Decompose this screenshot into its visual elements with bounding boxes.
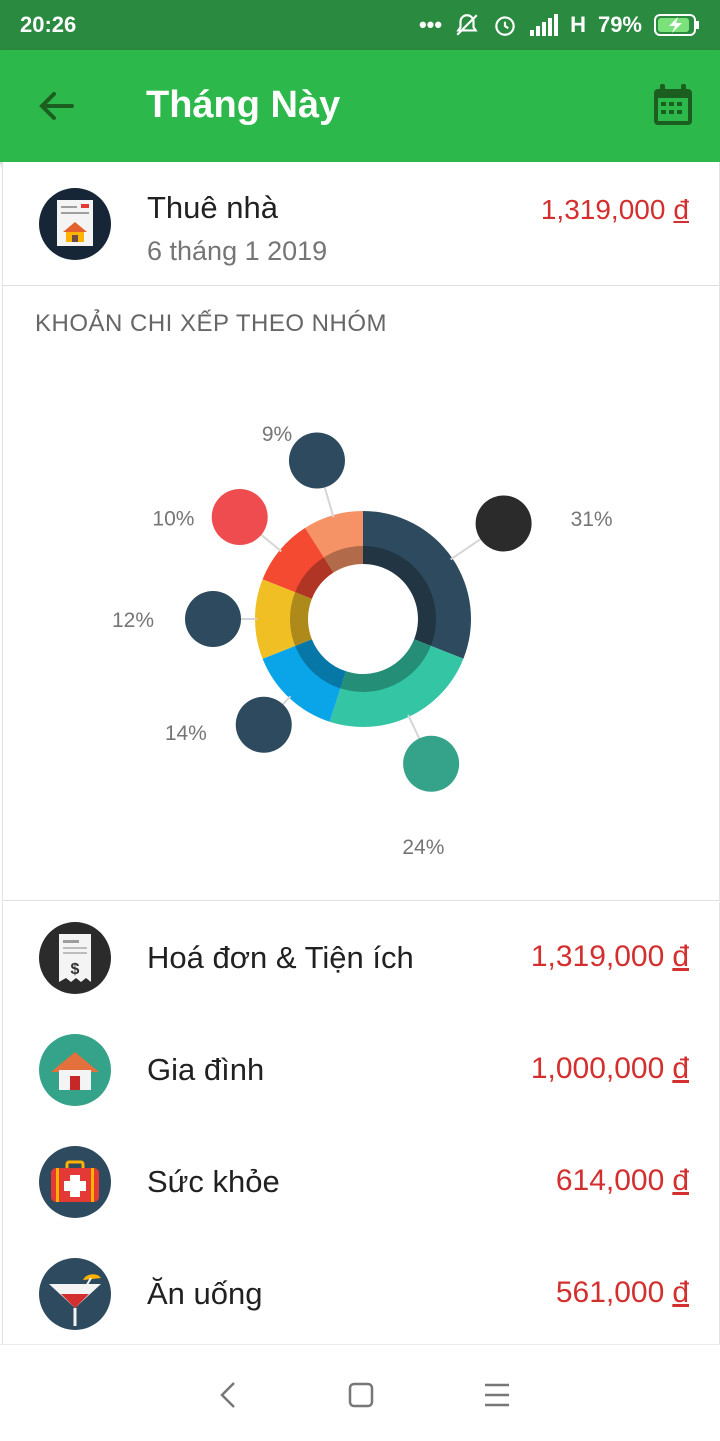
- list-item[interactable]: Gia đình 1,000,000 đ: [3, 1014, 719, 1126]
- amount-value: 1,319,000: [540, 194, 666, 225]
- heart-icon: [211, 489, 268, 546]
- status-bar: 20:26 ••• H 79%: [0, 0, 720, 50]
- bill-icon: $: [39, 922, 111, 994]
- amount-value: 561,000: [555, 1276, 665, 1309]
- list-item[interactable]: Sức khỏe 614,000 đ: [3, 1126, 719, 1238]
- svg-text:$: $: [71, 961, 80, 978]
- home-nav-icon[interactable]: [341, 1375, 381, 1415]
- percent-label: 9%: [262, 423, 292, 446]
- rent-bill-icon: [39, 188, 111, 260]
- donut-inner-ring: [290, 592, 312, 646]
- currency-symbol: đ: [672, 1164, 689, 1197]
- category-list: $ Hoá đơn & Tiện ích 1,319,000 đ Gia đình…: [2, 902, 720, 1344]
- amount-value: 1,319,000: [530, 940, 665, 973]
- percent-label: 24%: [402, 836, 444, 859]
- category-name: Ăn uống: [147, 1276, 263, 1311]
- transaction-card[interactable]: Thuê nhà 6 tháng 1 2019 1,319,000 đ: [2, 162, 720, 286]
- medical-kit-icon: [39, 1146, 111, 1218]
- category-name: Hoá đơn & Tiện ích: [147, 940, 414, 975]
- medical-kit-icon: [235, 696, 292, 753]
- transaction-amount: 1,319,000 đ: [541, 194, 689, 226]
- currency-symbol: đ: [672, 940, 689, 973]
- category-amount: 1,000,000 đ: [531, 1052, 689, 1086]
- battery-percent: 79%: [597, 12, 642, 37]
- more-dots-icon: •••: [418, 12, 443, 37]
- home-icon: [39, 1034, 111, 1106]
- signal-icon: [530, 14, 559, 36]
- network-type: H: [570, 12, 586, 37]
- percent-label: 14%: [165, 722, 207, 745]
- back-nav-icon[interactable]: [208, 1375, 248, 1415]
- chart-card: KHOẢN CHI XẾP THEO NHÓM 31% 24% 14% 12% 10% 9…: [2, 286, 720, 901]
- alarm-icon: [495, 16, 515, 36]
- currency-symbol: đ: [672, 1052, 689, 1085]
- app-bar: Tháng Này: [0, 50, 720, 162]
- expense-donut-chart: 31% 24% 14% 12% 10% 9%: [112, 423, 613, 859]
- calendar-icon[interactable]: [650, 82, 696, 128]
- category-amount: 561,000 đ: [556, 1276, 689, 1310]
- percent-label: 31%: [571, 508, 613, 531]
- amount-value: 1,000,000: [530, 1052, 665, 1085]
- cocktail-icon: [39, 1258, 111, 1330]
- page-title: Tháng Này: [146, 84, 341, 126]
- percent-label: 10%: [152, 508, 194, 531]
- bill-icon: [475, 495, 532, 552]
- system-nav-bar: [0, 1344, 720, 1441]
- mute-icon: [456, 14, 478, 36]
- category-amount: 614,000 đ: [556, 1164, 689, 1198]
- transaction-date: 6 tháng 1 2019: [147, 236, 328, 266]
- battery-charging-icon: [654, 14, 699, 36]
- amount-value: 614,000: [555, 1164, 665, 1197]
- menu-nav-icon[interactable]: [477, 1375, 517, 1415]
- category-amount: 1,319,000 đ: [531, 940, 689, 974]
- donut-hole: [309, 565, 417, 673]
- category-name: Gia đình: [147, 1052, 265, 1087]
- status-time: 20:26: [20, 12, 77, 37]
- list-item[interactable]: $ Hoá đơn & Tiện ích 1,319,000 đ: [3, 902, 719, 1014]
- boxes-icon: [288, 432, 345, 489]
- arrow-back-icon[interactable]: [32, 82, 80, 130]
- transaction-name: Thuê nhà: [147, 190, 278, 225]
- cocktail-icon: [185, 591, 241, 647]
- currency-symbol: đ: [673, 194, 689, 225]
- percent-label: 12%: [112, 609, 154, 632]
- home-icon: [403, 735, 460, 792]
- category-name: Sức khỏe: [147, 1164, 280, 1199]
- list-item[interactable]: Ăn uống 561,000 đ: [3, 1238, 719, 1350]
- currency-symbol: đ: [672, 1276, 689, 1309]
- status-indicators: ••• H 79%: [419, 12, 700, 38]
